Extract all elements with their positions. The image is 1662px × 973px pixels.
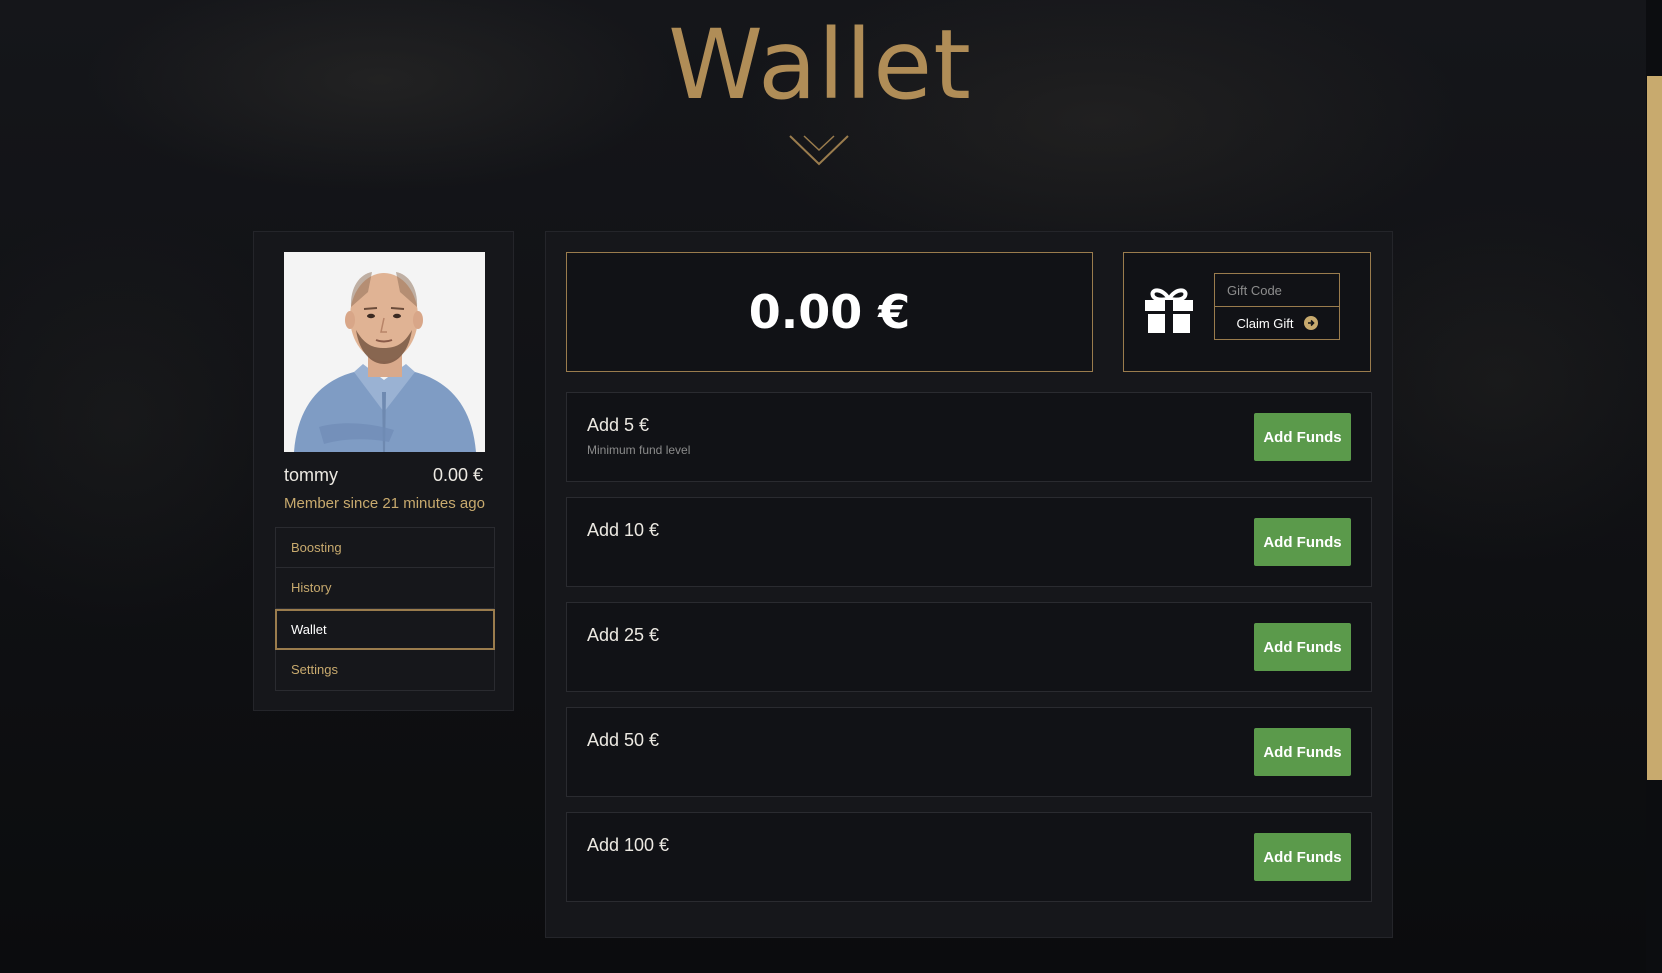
page-title: Wallet — [668, 9, 972, 121]
scrollbar-thumb[interactable] — [1647, 76, 1662, 780]
nav-item-wallet[interactable]: Wallet — [275, 609, 495, 650]
profile-nav: Boosting History Wallet Settings — [275, 527, 495, 691]
nav-item-history[interactable]: History — [275, 568, 495, 609]
fund-option: Add 100 € Add Funds — [566, 812, 1372, 902]
fund-option: Add 10 € Add Funds — [566, 497, 1372, 587]
title-divider — [40, 131, 1600, 166]
fund-option: Add 50 € Add Funds — [566, 707, 1372, 797]
add-funds-button[interactable]: Add Funds — [1254, 518, 1351, 566]
scrollbar-track[interactable] — [1646, 0, 1662, 973]
profile-card: tommy 0.00 € Member since 21 minutes ago… — [253, 231, 514, 711]
gift-code-input[interactable] — [1214, 273, 1340, 307]
username: tommy — [284, 465, 338, 485]
add-funds-button[interactable]: Add Funds — [1254, 413, 1351, 461]
add-funds-button[interactable]: Add Funds — [1254, 728, 1351, 776]
fund-option: Add 5 € Minimum fund level Add Funds — [566, 392, 1372, 482]
fund-label: Add 5 € — [587, 415, 650, 435]
fund-note: Minimum fund level — [587, 443, 691, 457]
balance-box: 0.00 € — [566, 252, 1093, 372]
fund-label: Add 10 € — [587, 520, 660, 540]
arrow-circle-right-icon — [1303, 316, 1318, 330]
fund-label: Add 50 € — [587, 730, 660, 750]
nav-item-settings[interactable]: Settings — [275, 650, 495, 691]
claim-gift-label: Claim Gift — [1236, 315, 1294, 331]
add-funds-button[interactable]: Add Funds — [1254, 833, 1351, 881]
avatar-portrait — [284, 252, 485, 452]
member-since: Member since 21 minutes ago — [284, 495, 485, 512]
fund-label: Add 25 € — [587, 625, 660, 645]
fund-label: Add 100 € — [587, 835, 670, 855]
nav-item-boosting[interactable]: Boosting — [275, 527, 495, 568]
add-funds-button[interactable]: Add Funds — [1254, 623, 1351, 671]
fund-option: Add 25 € Add Funds — [566, 602, 1372, 692]
user-balance: 0.00 € — [432, 465, 483, 485]
avatar — [284, 252, 485, 452]
wallet-panel: 0.00 € Claim Gift Add 5 € Minimum fund l… — [545, 231, 1393, 938]
claim-gift-button[interactable]: Claim Gift — [1214, 307, 1340, 340]
gift-box: Claim Gift — [1123, 252, 1371, 372]
wallet-balance: 0.00 € — [748, 285, 911, 339]
